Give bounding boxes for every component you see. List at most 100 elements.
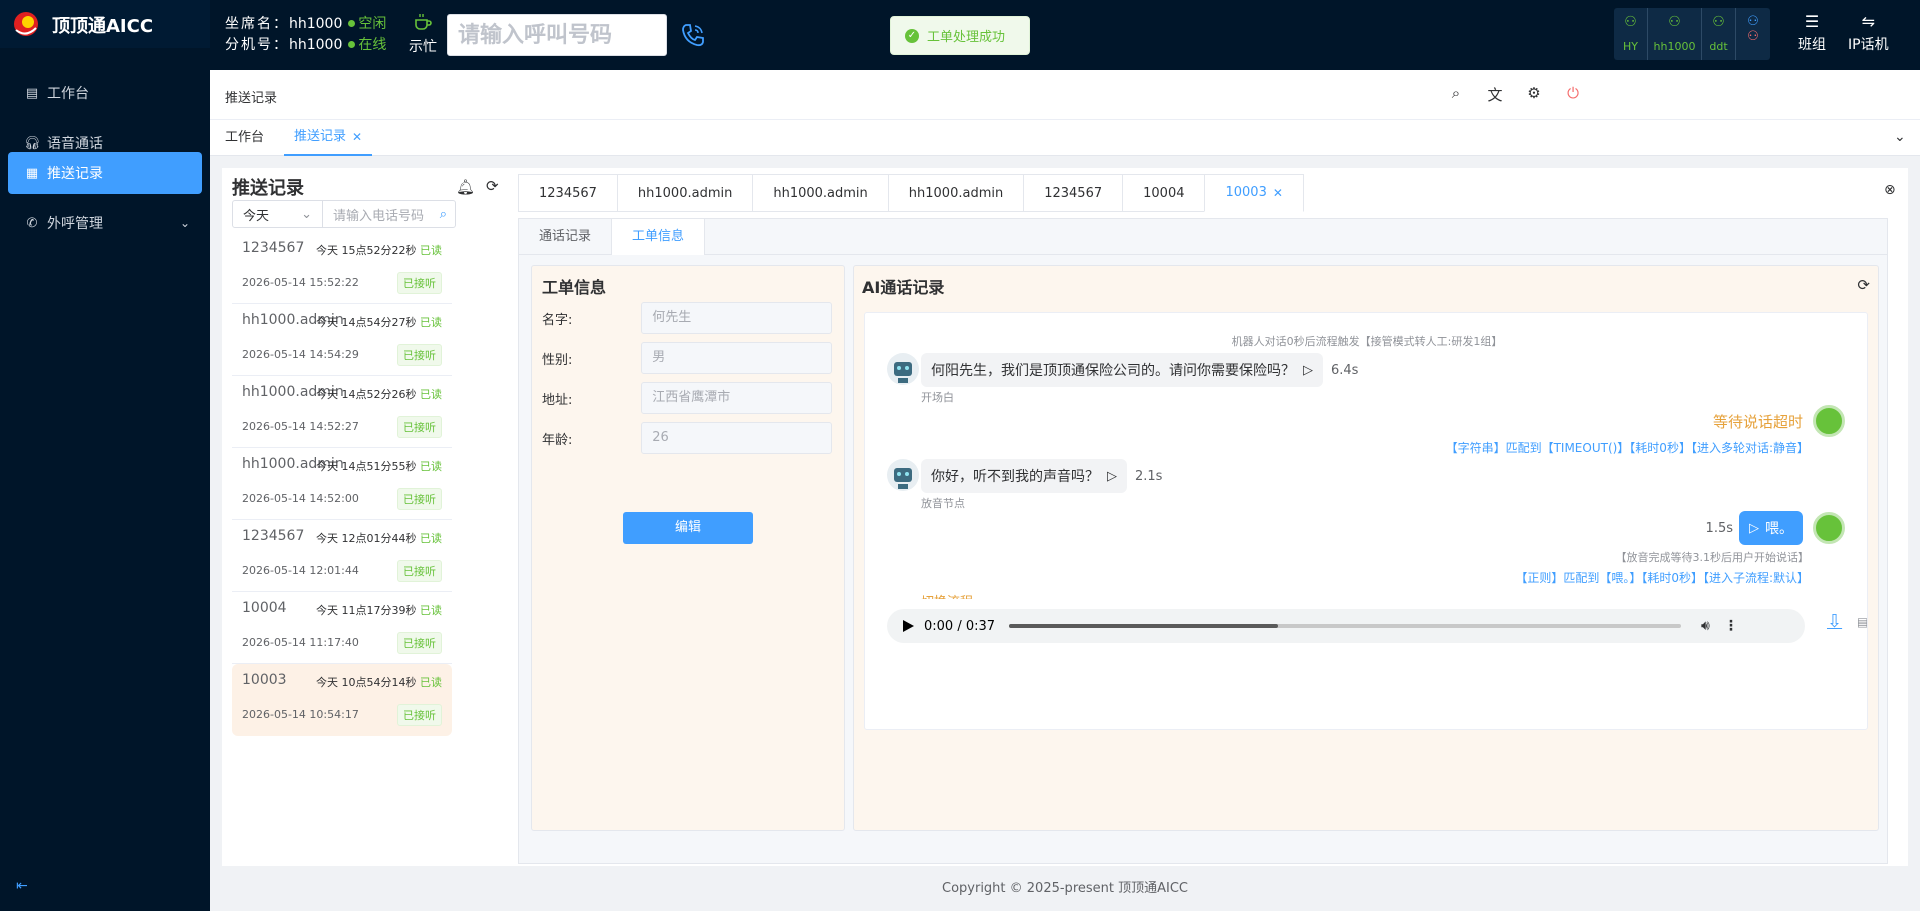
session-tab-active[interactable]: 10003 ✕: [1204, 173, 1304, 212]
work-order-panel: 工单信息 名字: 何先生 性别: 男 地址: 江西省鹰潭市 年龄: 26 编辑: [531, 265, 845, 831]
audio-player: 0:00 / 0:37 🔊︎ ⋮: [887, 609, 1805, 643]
date-select-value: 今天: [243, 208, 270, 224]
app-title: 顶顶通AICC: [52, 16, 154, 37]
collapse-menu-icon[interactable]: ⇤: [16, 878, 28, 894]
busy-button[interactable]: 示忙: [406, 12, 440, 56]
line-hh1000[interactable]: ⚇ hh1000: [1648, 8, 1702, 60]
session-tab[interactable]: hh1000.admin: [752, 173, 888, 212]
tab-call-records[interactable]: 通话记录: [519, 219, 611, 255]
node-label: 开场白: [921, 391, 954, 404]
record-item[interactable]: 1234567 今天 15点52分22秒 已读 2026-05-14 15:52:2…: [232, 232, 452, 304]
record-time: 今天 15点52分22秒 已读: [316, 244, 442, 257]
file-icon[interactable]: ▤: [1857, 615, 1867, 629]
record-date: 2026-05-14 14:54:29: [242, 348, 359, 361]
agent-icon: ⚇: [1624, 14, 1637, 30]
work-order-title: 工单信息: [542, 278, 607, 297]
download-icon[interactable]: ⇩: [1827, 611, 1842, 632]
play-circle-icon[interactable]: ▷: [1749, 521, 1759, 536]
record-item[interactable]: 10003 今天 10点54分14秒 已读 2026-05-14 10:54:17 已…: [232, 664, 452, 736]
record-time: 今天 14点52分26秒 已读: [316, 388, 442, 401]
phone-icon: [1813, 405, 1845, 437]
status-badge: 已接听: [397, 560, 442, 582]
status-badge: 已接听: [397, 488, 442, 510]
session-tab[interactable]: 1234567: [1023, 173, 1123, 212]
gear-icon[interactable]: ⚙: [1523, 84, 1545, 106]
message-duration: 2.1s: [1135, 468, 1163, 484]
power-icon[interactable]: ⏻: [1562, 84, 1584, 106]
audio-progress[interactable]: [1009, 624, 1682, 628]
record-item[interactable]: hh1000.admin 今天 14点51分55秒 已读 2026-05-14 14…: [232, 448, 452, 520]
ip-phone-button[interactable]: ⇋ IP话机: [1848, 12, 1889, 54]
address-input[interactable]: 江西省鹰潭市: [641, 382, 832, 414]
timeout-event: 等待说话超时: [1713, 405, 1845, 437]
line-ddt[interactable]: ⚇ ddt: [1702, 8, 1736, 60]
session-tab[interactable]: hh1000.admin: [616, 173, 753, 212]
match-info: 【正则】匹配到【喂。】【耗时0秒】【进入子流程:默认】: [1515, 571, 1809, 585]
translate-icon[interactable]: 文: [1484, 84, 1506, 106]
status-dot: [348, 41, 356, 48]
session-tab[interactable]: hh1000.admin: [887, 173, 1024, 212]
session-tab[interactable]: 10004: [1122, 173, 1205, 212]
more-icon[interactable]: ⋮: [1724, 618, 1738, 634]
message-duration: 6.4s: [1331, 362, 1359, 378]
search-icon[interactable]: ⌕: [1445, 84, 1467, 106]
group-button[interactable]: ☰ 班组: [1798, 12, 1826, 54]
refresh-icon[interactable]: ⟳: [1857, 276, 1870, 294]
search-icon[interactable]: ⌕: [440, 207, 447, 222]
record-item[interactable]: hh1000.admin 今天 14点54分27秒 已读 2026-05-14 14…: [232, 304, 452, 376]
ai-record-panel: AI通话记录 ⟳ 机器人对话0秒后流程触发【接管模式转人工:研发1组】 何阳先生…: [853, 265, 1879, 831]
line-hy[interactable]: ⚇ HY: [1614, 8, 1648, 60]
volume-icon[interactable]: 🔊︎: [1701, 618, 1710, 634]
close-all-icon[interactable]: ⊗: [1884, 182, 1896, 198]
session-tab[interactable]: 1234567: [518, 173, 617, 212]
record-time: 今天 10点54分14秒 已读: [316, 676, 442, 689]
phone-search-input[interactable]: 请输入电话号码: [323, 205, 440, 224]
menu-item-outbound[interactable]: ✆ 外呼管理 ⌄: [8, 202, 202, 244]
chevron-down-icon[interactable]: ⌄: [1894, 129, 1906, 145]
tag-push-records[interactable]: 推送记录 ✕: [284, 119, 373, 156]
date-select[interactable]: 今天 ⌄: [233, 201, 323, 227]
call-icon[interactable]: [678, 20, 708, 50]
menu-item-workbench[interactable]: ▤ 工作台: [8, 72, 202, 114]
record-item[interactable]: 1234567 今天 12点01分44秒 已读 2026-05-14 12:01:4…: [232, 520, 452, 592]
play-circle-icon[interactable]: ▷: [1107, 469, 1117, 484]
chevron-down-icon: ⌄: [179, 216, 190, 230]
line-label: hh1000: [1653, 40, 1696, 53]
transfer-line[interactable]: ⚇ ⚇: [1736, 8, 1770, 60]
seat-value: hh1000: [289, 16, 343, 32]
menu-item-push-records[interactable]: ▦ 推送记录: [8, 152, 202, 194]
play-icon[interactable]: [903, 620, 914, 632]
play-circle-icon[interactable]: ▷: [1303, 363, 1313, 378]
menu-label: 工作台: [47, 86, 89, 102]
robot-icon: [894, 468, 912, 489]
status-dot: [348, 20, 356, 27]
refresh-icon[interactable]: ⟳: [486, 177, 499, 195]
agent-online-icon: ⚇: [1747, 14, 1759, 29]
message-bubble: 何阳先生，我们是顶顶通保险公司的。请问你需要保险吗？ ▷: [921, 353, 1323, 387]
dial-input[interactable]: 请输入呼叫号码: [447, 14, 667, 56]
bell-icon[interactable]: 🔔︎: [456, 178, 475, 196]
phone-icon: [1813, 512, 1845, 544]
tag-workbench[interactable]: 工作台: [215, 120, 274, 156]
close-icon[interactable]: ✕: [1273, 174, 1283, 212]
record-date: 2026-05-14 10:54:17: [242, 708, 359, 721]
record-item[interactable]: hh1000.admin 今天 14点52分26秒 已读 2026-05-14 14…: [232, 376, 452, 448]
name-input[interactable]: 何先生: [641, 302, 832, 334]
record-date: 2026-05-14 12:01:44: [242, 564, 359, 577]
check-icon: ✓: [905, 28, 919, 43]
edit-button[interactable]: 编辑: [623, 512, 753, 544]
gender-input[interactable]: 男: [641, 342, 832, 374]
ext-label: 分机号：: [225, 37, 289, 53]
field-label: 年龄:: [542, 432, 573, 448]
age-input[interactable]: 26: [641, 422, 832, 454]
close-icon[interactable]: ✕: [352, 119, 362, 155]
filter-bar: 今天 ⌄ 请输入电话号码 ⌕: [232, 200, 456, 228]
record-time: 今天 14点51分55秒 已读: [316, 460, 442, 473]
agent-info: 坐席名：hh1000 空闲 分机号：hh1000 在线: [225, 14, 386, 56]
status-badge: 已接听: [397, 344, 442, 366]
message-bubble: 你好，听不到我的声音吗？ ▷: [921, 459, 1127, 493]
ext-status: 在线: [358, 37, 387, 53]
list-icon: ☰: [1804, 12, 1820, 31]
record-item[interactable]: 10004 今天 11点17分39秒 已读 2026-05-14 11:17:40 已…: [232, 592, 452, 664]
tab-work-order[interactable]: 工单信息: [611, 218, 706, 255]
